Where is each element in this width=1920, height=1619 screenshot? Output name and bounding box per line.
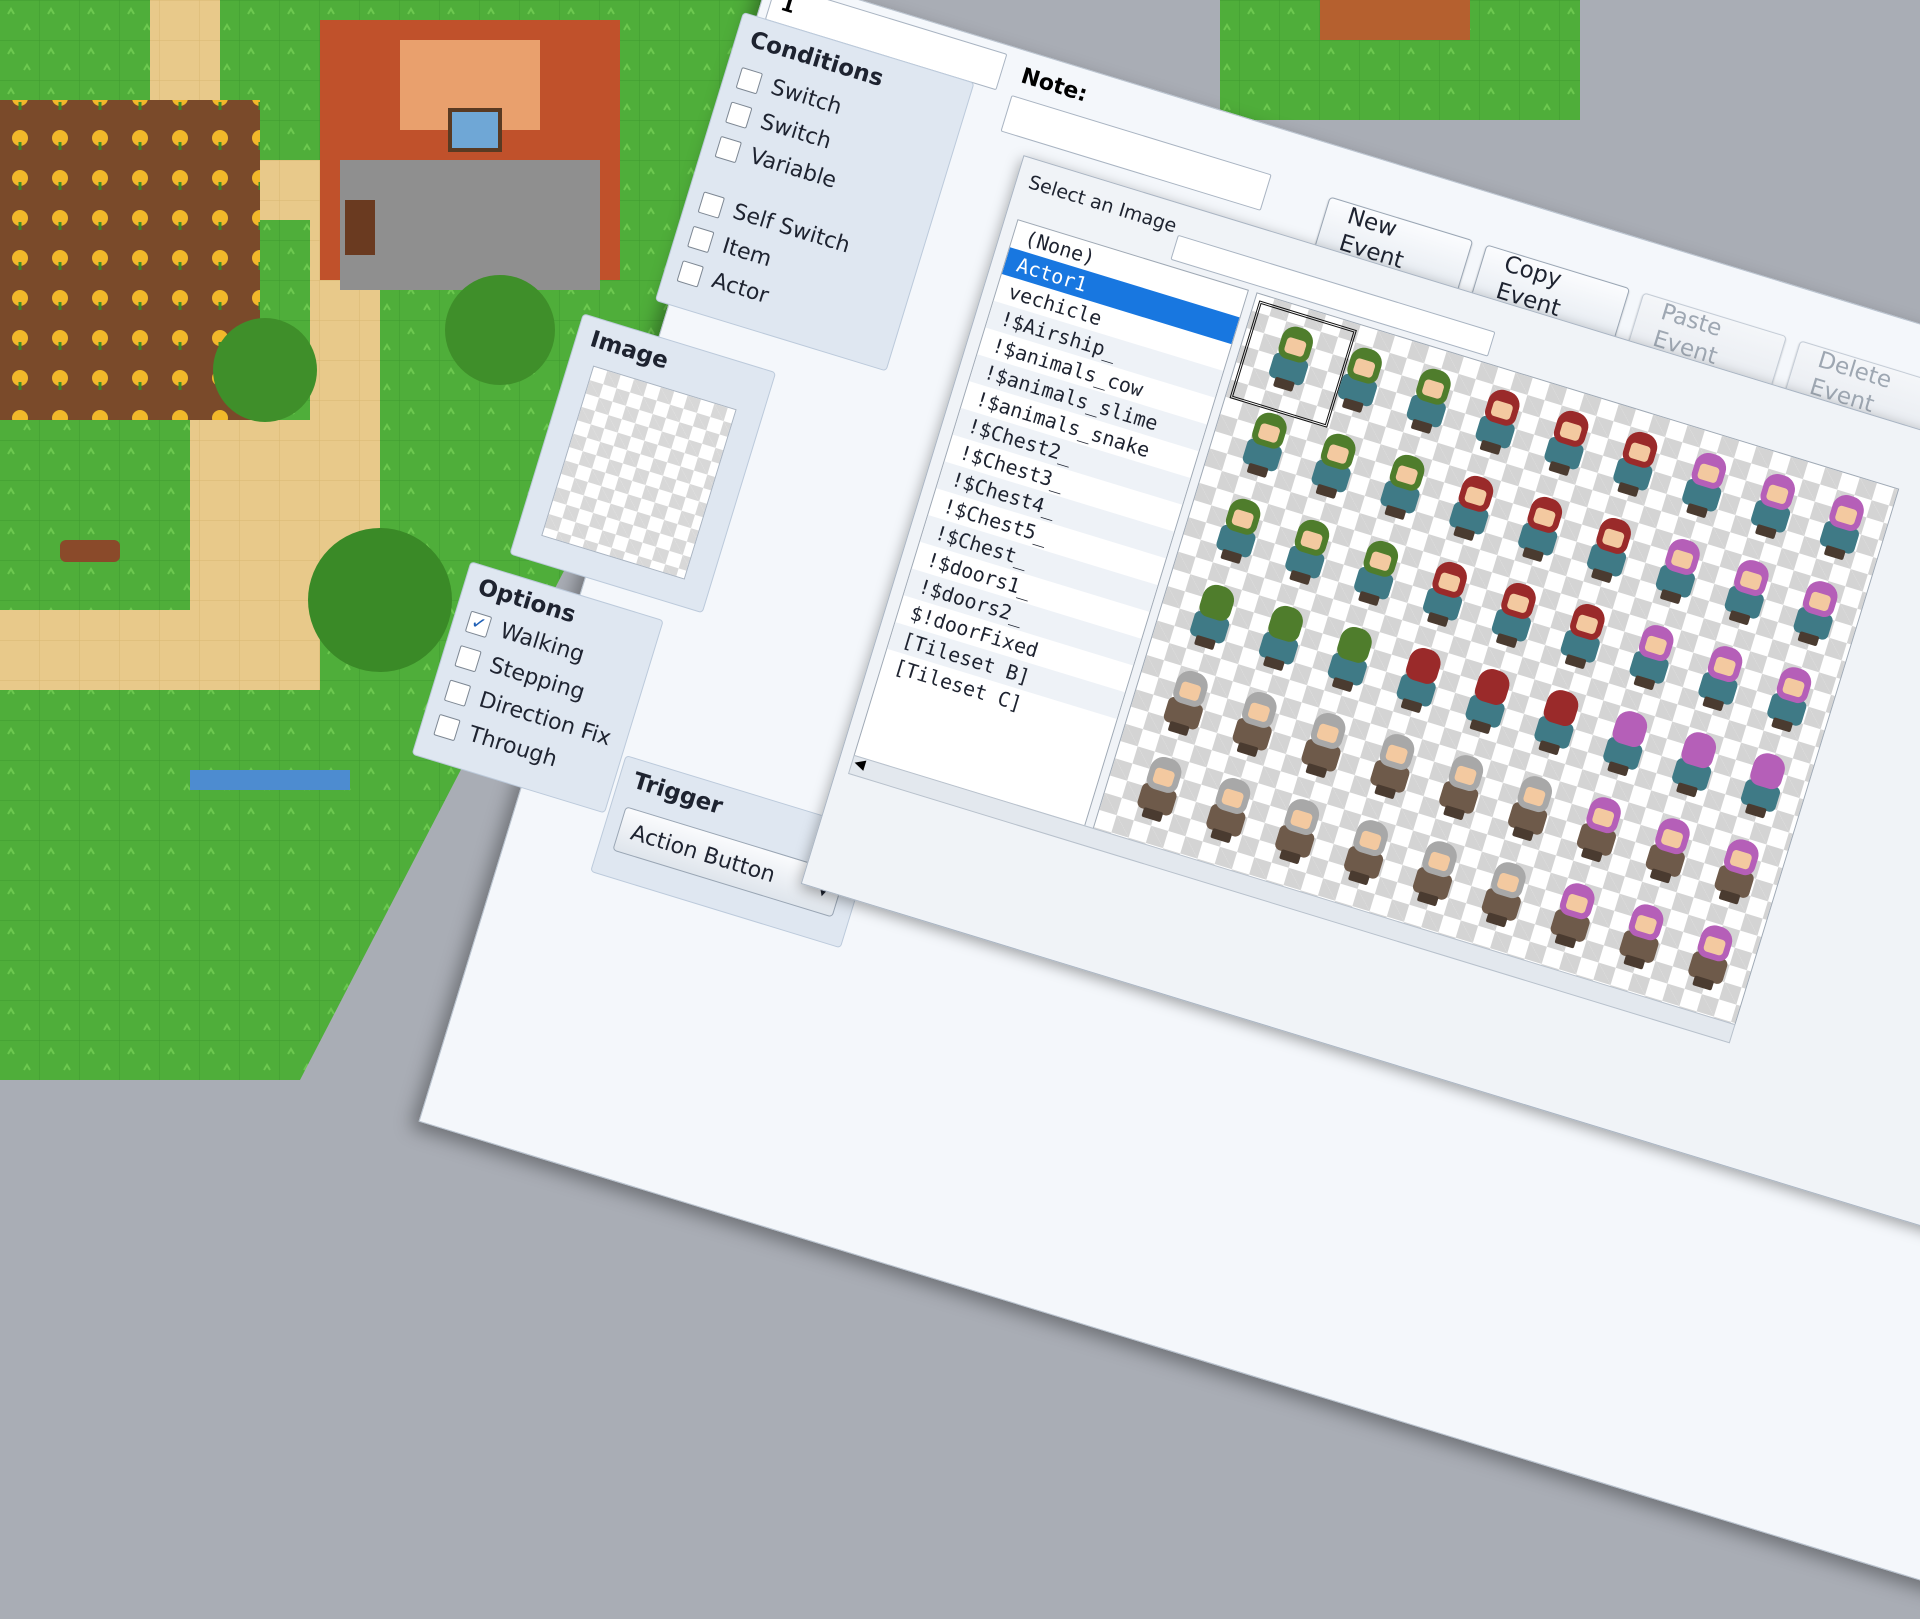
character-sprite[interactable]: [1224, 687, 1285, 763]
event-image-preview[interactable]: [541, 365, 737, 580]
character-sprite[interactable]: [1611, 899, 1672, 975]
character-sprite[interactable]: [1372, 450, 1433, 526]
character-sprite[interactable]: [1621, 620, 1682, 696]
character-sprite[interactable]: [1182, 580, 1243, 656]
character-sprite[interactable]: [1293, 708, 1354, 784]
character-sprite[interactable]: [1510, 492, 1571, 568]
character-sprite[interactable]: [1251, 601, 1312, 677]
character-sprite[interactable]: [1743, 469, 1804, 545]
character-sprite[interactable]: [1542, 878, 1603, 954]
character-sprite[interactable]: [1690, 641, 1751, 717]
checkbox[interactable]: [735, 66, 764, 94]
character-sprite[interactable]: [1484, 578, 1545, 654]
checkbox[interactable]: [454, 644, 482, 672]
character-sprite[interactable]: [1399, 364, 1460, 440]
character-sprite[interactable]: [1785, 576, 1846, 652]
character-sprite[interactable]: [1706, 834, 1767, 910]
character-sprite[interactable]: [1526, 685, 1587, 761]
character-sprite[interactable]: [1303, 429, 1364, 505]
character-sprite[interactable]: [1595, 706, 1656, 782]
checkbox[interactable]: [697, 190, 726, 219]
character-sprite[interactable]: [1552, 599, 1613, 675]
character-sprite[interactable]: [1431, 750, 1492, 826]
dialog-title: Select an Image: [1025, 171, 1180, 238]
character-sprite[interactable]: [1467, 385, 1528, 461]
character-sprite[interactable]: [1415, 557, 1476, 633]
character-sprite[interactable]: [1346, 536, 1407, 612]
character-sprite[interactable]: [1474, 857, 1535, 933]
character-sprite[interactable]: [1388, 643, 1449, 719]
checkbox[interactable]: [443, 678, 472, 707]
checkbox[interactable]: [676, 259, 705, 288]
scroll-left-icon[interactable]: ◀: [852, 755, 867, 773]
character-sprite[interactable]: [1362, 729, 1423, 805]
character-sprite[interactable]: [1680, 920, 1741, 996]
character-sprite[interactable]: [1716, 555, 1777, 631]
character-sprite[interactable]: [1277, 515, 1338, 591]
checkbox[interactable]: [687, 225, 715, 253]
character-sprite[interactable]: [1441, 471, 1502, 547]
character-sprite[interactable]: [1336, 815, 1397, 891]
character-sprite[interactable]: [1638, 813, 1699, 889]
checkbox[interactable]: [433, 713, 461, 741]
character-sprite[interactable]: [1648, 534, 1709, 610]
character-sprite[interactable]: [1320, 622, 1381, 698]
character-sprite[interactable]: [1457, 664, 1518, 740]
character-sprite[interactable]: [1267, 794, 1328, 870]
checkbox[interactable]: [725, 100, 753, 129]
character-sprite[interactable]: [1674, 448, 1735, 524]
character-sprite[interactable]: [1579, 513, 1640, 589]
checkbox[interactable]: [714, 135, 743, 163]
character-sprite[interactable]: [1156, 666, 1217, 742]
character-sprite[interactable]: [1812, 490, 1873, 566]
character-sprite[interactable]: [1733, 748, 1794, 824]
character-sprite[interactable]: [1569, 792, 1630, 868]
character-sprite[interactable]: [1500, 771, 1561, 847]
select-image-dialog: Select an Image (None) Actor1 vechicle !$Ai…: [800, 155, 1920, 1239]
character-sprite[interactable]: [1129, 752, 1190, 828]
character-sprite[interactable]: [1208, 494, 1269, 570]
character-sprite[interactable]: [1759, 662, 1820, 738]
character-sprite[interactable]: [1198, 773, 1259, 849]
checkbox-checked[interactable]: ✓: [464, 610, 493, 638]
house: [320, 20, 620, 290]
character-sprite[interactable]: [1405, 836, 1466, 912]
character-sprite[interactable]: [1536, 406, 1597, 482]
character-sprite[interactable]: [1605, 427, 1666, 503]
character-sprite[interactable]: [1235, 407, 1296, 483]
character-sprite[interactable]: [1664, 727, 1725, 803]
